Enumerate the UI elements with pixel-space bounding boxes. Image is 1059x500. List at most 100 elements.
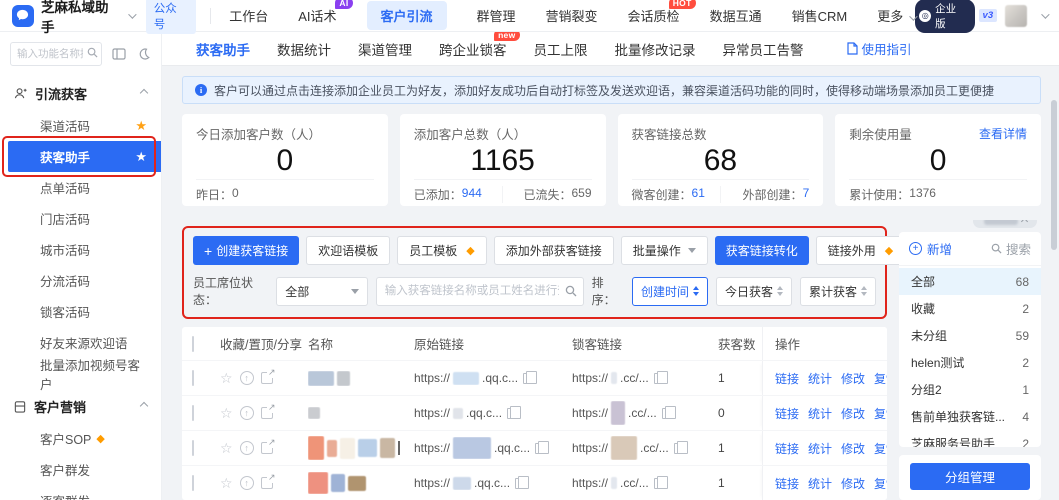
add-group-button[interactable]: +新增 [909, 239, 952, 258]
group-item-helen-test[interactable]: helen测试2 [899, 349, 1041, 376]
action-edit[interactable]: 修改 [841, 370, 865, 387]
copy-icon[interactable] [523, 373, 532, 384]
tab-cross-company-lock[interactable]: 跨企业锁客new [439, 39, 507, 59]
collapse-overview-pill[interactable] [973, 220, 1037, 228]
user-menu-chevron-down-icon[interactable] [1041, 10, 1049, 18]
pin-top-icon[interactable]: ↑ [240, 406, 254, 420]
row-checkbox[interactable] [192, 405, 194, 421]
action-edit[interactable]: 修改 [841, 405, 865, 422]
favorite-star-icon[interactable]: ☆ [220, 440, 233, 457]
star-icon[interactable]: ★ [135, 118, 147, 134]
link-search-input[interactable] [376, 277, 584, 306]
copy-icon[interactable] [674, 443, 683, 454]
sort-today-button[interactable]: 今日获客 [716, 277, 792, 306]
group-item-ungrouped[interactable]: 未分组59 [899, 322, 1041, 349]
sidebar-item-acquisition-assistant[interactable]: 获客助手★ [8, 141, 161, 172]
dark-mode-moon-icon[interactable] [135, 45, 153, 63]
group-manage-button[interactable]: 分组管理 [910, 463, 1030, 490]
nav-data-exchange[interactable]: 数据互通 [710, 6, 762, 25]
sidebar-item-channel-code[interactable]: 渠道活码★ [0, 110, 161, 141]
group-search-button[interactable]: 搜索 [991, 239, 1031, 258]
sidebar-item-customer-broadcast[interactable]: 客户群发 [0, 454, 161, 485]
sidebar-item-chase-broadcast[interactable]: 逐客群发 [0, 485, 161, 500]
group-item-service-assistant[interactable]: 芝麻服务号助手2 [899, 430, 1041, 447]
share-external-icon[interactable] [261, 407, 273, 419]
action-edit[interactable]: 修改 [841, 475, 865, 492]
row-checkbox[interactable] [192, 440, 194, 456]
sidebar-group-marketing[interactable]: 客户营销 [0, 389, 161, 423]
welcome-template-button[interactable]: 欢迎语模板 [306, 236, 390, 265]
copy-icon[interactable] [515, 478, 524, 489]
link-conversion-button[interactable]: 获客链接转化 [715, 236, 809, 265]
pin-top-icon[interactable]: ↑ [240, 441, 254, 455]
tab-batch-modify-log[interactable]: 批量修改记录 [615, 39, 696, 59]
action-link[interactable]: 链接 [775, 405, 799, 422]
sort-create-time-button[interactable]: 创建时间 [632, 277, 708, 306]
sidebar-group-acquisition[interactable]: 引流获客 [0, 76, 161, 110]
scrollbar-thumb[interactable] [1051, 100, 1057, 250]
view-details-link[interactable]: 查看详情 [979, 125, 1027, 142]
favorite-star-icon[interactable]: ☆ [220, 475, 233, 492]
batch-operation-button[interactable]: 批量操作 [621, 236, 708, 265]
tab-acquisition-assistant[interactable]: 获客助手 [196, 39, 250, 59]
external-use-button[interactable]: 链接外用◆ [816, 236, 905, 265]
collapse-panel-icon[interactable] [110, 45, 128, 63]
star-icon[interactable]: ★ [135, 149, 147, 165]
share-external-icon[interactable] [261, 477, 273, 489]
action-copy[interactable]: 复制 [874, 475, 887, 492]
nav-marketing-fission[interactable]: 营销裂变 [546, 6, 598, 25]
nav-more[interactable]: 更多 [877, 6, 915, 25]
user-avatar[interactable] [1005, 5, 1027, 27]
add-external-link-button[interactable]: 添加外部获客链接 [494, 236, 614, 265]
action-link[interactable]: 链接 [775, 475, 799, 492]
sidebar-item-batch-video-customers[interactable]: 批量添加视频号客户 [0, 358, 161, 389]
sidebar-item-customer-sop[interactable]: 客户SOP◆ [0, 423, 161, 454]
copy-icon[interactable] [662, 408, 671, 419]
action-edit[interactable]: 修改 [841, 440, 865, 457]
pin-top-icon[interactable]: ↑ [240, 371, 254, 385]
nav-chat-inspection[interactable]: 会话质检HOT [628, 6, 680, 25]
sidebar-item-store-code[interactable]: 门店活码 [0, 203, 161, 234]
action-link[interactable]: 链接 [775, 440, 799, 457]
nav-sales-crm[interactable]: 销售CRM [792, 6, 848, 25]
copy-icon[interactable] [654, 478, 663, 489]
sidebar-item-lock-code[interactable]: 锁客活码 [0, 296, 161, 327]
action-copy[interactable]: 复制 [874, 370, 887, 387]
copy-icon[interactable] [654, 373, 663, 384]
seat-status-select[interactable]: 全部 [276, 277, 367, 306]
nav-customer-acquisition[interactable]: 客户引流 [367, 1, 447, 30]
sidebar-item-city-code[interactable]: 城市活码 [0, 234, 161, 265]
action-stats[interactable]: 统计 [808, 440, 832, 457]
sidebar-item-split-code[interactable]: 分流活码 [0, 265, 161, 296]
nav-group-management[interactable]: 群管理 [477, 6, 516, 25]
tab-staff-limit[interactable]: 员工上限 [534, 39, 588, 59]
favorite-star-icon[interactable]: ☆ [220, 370, 233, 387]
action-stats[interactable]: 统计 [808, 370, 832, 387]
row-checkbox[interactable] [192, 370, 194, 386]
action-stats[interactable]: 统计 [808, 475, 832, 492]
pin-top-icon[interactable]: ↑ [240, 476, 254, 490]
sidebar-item-friend-welcome[interactable]: 好友来源欢迎语 [0, 327, 161, 358]
action-link[interactable]: 链接 [775, 370, 799, 387]
tab-data-statistics[interactable]: 数据统计 [277, 39, 331, 59]
row-checkbox[interactable] [192, 475, 194, 491]
staff-template-button[interactable]: 员工模板◆ [397, 236, 486, 265]
group-item-presales[interactable]: 售前单独获客链...4 [899, 403, 1041, 430]
workspace-chevron-down-icon[interactable] [128, 10, 136, 18]
action-copy[interactable]: 复制 [874, 405, 887, 422]
group-item-all[interactable]: 全部68 [899, 268, 1041, 295]
usage-guide-link[interactable]: 使用指引 [847, 39, 912, 58]
share-external-icon[interactable] [261, 372, 273, 384]
group-item-group2[interactable]: 分组21 [899, 376, 1041, 403]
tab-channel-management[interactable]: 渠道管理 [358, 39, 412, 59]
nav-ai-script[interactable]: AI话术AI [298, 6, 336, 25]
create-link-button[interactable]: +创建获客链接 [193, 236, 299, 265]
copy-icon[interactable] [507, 408, 516, 419]
share-external-icon[interactable] [261, 442, 273, 454]
action-stats[interactable]: 统计 [808, 405, 832, 422]
select-all-checkbox[interactable] [192, 336, 194, 352]
nav-workbench[interactable]: 工作台 [229, 6, 268, 25]
sidebar-item-order-code[interactable]: 点单活码 [0, 172, 161, 203]
sort-total-button[interactable]: 累计获客 [800, 277, 876, 306]
account-type-badge[interactable]: 公众号 [146, 0, 196, 34]
